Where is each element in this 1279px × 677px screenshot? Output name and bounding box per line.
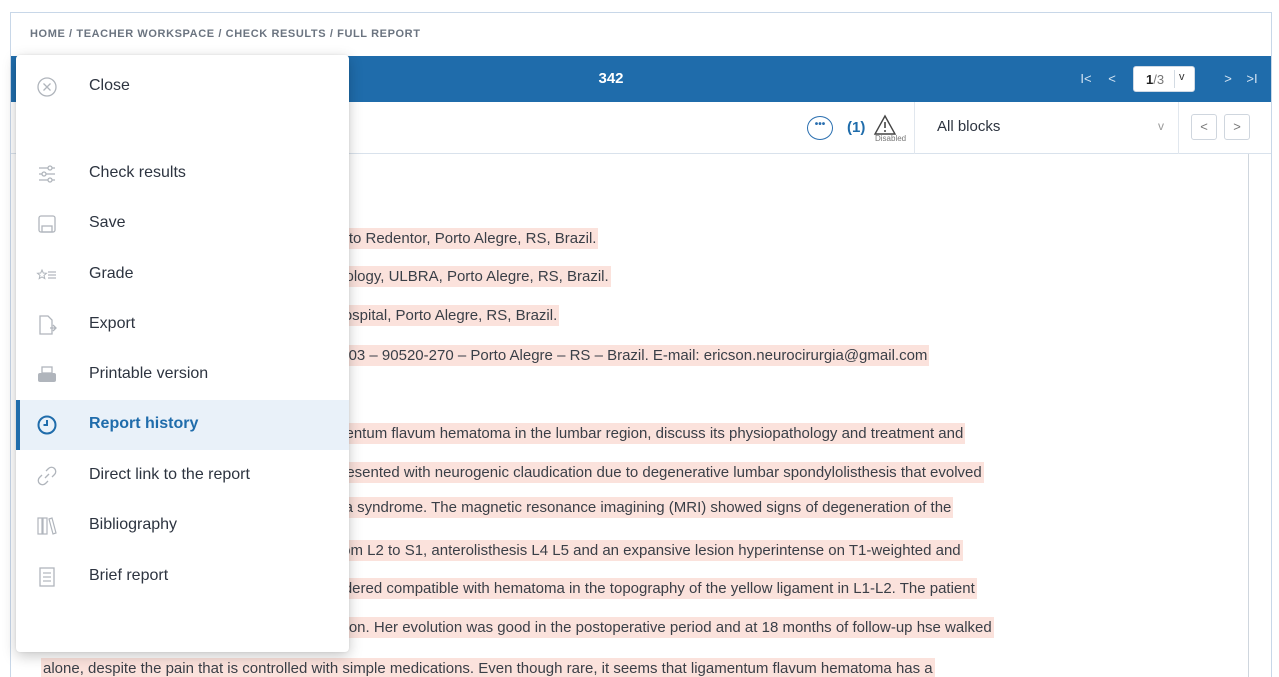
breadcrumb-text: HOME / TEACHER WORKSPACE / CHECK RESULTS… — [30, 28, 421, 40]
chevron-left-icon: < — [1200, 119, 1208, 134]
prev-block-button[interactable]: < — [1191, 114, 1217, 140]
report-menu: Close Check results Save Grade Export Pr… — [16, 55, 349, 652]
menu-item-label: Report history — [89, 415, 199, 432]
text-line: mentum flavum hematoma in the lumbar reg… — [331, 423, 966, 444]
breadcrumb: HOME / TEACHER WORKSPACE / CHECK RESULTS… — [30, 28, 421, 44]
first-page-icon: I< — [1080, 71, 1092, 86]
next-block-button[interactable]: > — [1224, 114, 1250, 140]
menu-item-brief-report[interactable]: Brief report — [16, 552, 349, 602]
text-line: sidered compatible with hematoma in the … — [331, 578, 977, 599]
menu-item-label: Brief report — [89, 567, 169, 584]
menu-item-save[interactable]: Save — [16, 199, 349, 249]
highlighted-text[interactable]: ina syndrome. The magnetic resonance ima… — [331, 497, 954, 518]
first-page-button[interactable]: I< — [1075, 68, 1097, 90]
text-line: alone, despite the pain that is controll… — [41, 658, 935, 677]
menu-item-label: Export — [89, 315, 136, 332]
highlighted-text[interactable]: atology, ULBRA, Porto Alegre, RS, Brazil… — [331, 266, 611, 287]
content-border — [1248, 154, 1249, 677]
menu-item-label: Grade — [89, 265, 134, 282]
clock-icon — [37, 415, 57, 435]
text-line: risto Redentor, Porto Alegre, RS, Brazil… — [331, 228, 599, 249]
chevron-right-icon: > — [1233, 119, 1241, 134]
text-line: Hospital, Porto Alegre, RS, Brazil. — [331, 305, 560, 326]
comment-count[interactable]: (1) — [847, 119, 865, 136]
menu-item-label: Close — [89, 77, 130, 94]
highlighted-text[interactable]: alone, despite the pain that is controll… — [41, 658, 935, 677]
menu-item-report-history[interactable]: Report history — [16, 400, 349, 450]
sliders-icon — [39, 165, 55, 183]
highlighted-text[interactable]: ation. Her evolution was good in the pos… — [331, 617, 994, 638]
highlighted-text[interactable]: 1103 – 90520-270 – Porto Alegre – RS – B… — [331, 345, 930, 366]
highlighted-text[interactable]: presented with neurogenic claudication d… — [331, 462, 984, 483]
printer-icon — [38, 366, 56, 382]
menu-item-label: Check results — [89, 164, 186, 181]
chevron-left-icon: < — [1108, 71, 1116, 86]
text-line: 1103 – 90520-270 – Porto Alegre – RS – B… — [331, 345, 930, 366]
menu-item-label: Printable version — [89, 365, 209, 382]
highlighted-text[interactable]: risto Redentor, Porto Alegre, RS, Brazil… — [331, 228, 599, 249]
text-line: presented with neurogenic claudication d… — [331, 462, 984, 483]
menu-item-label: Bibliography — [89, 516, 178, 533]
chevron-down-icon: v — [1158, 119, 1164, 133]
prev-page-button[interactable]: < — [1101, 68, 1123, 90]
menu-item-close[interactable]: Close — [16, 62, 349, 112]
last-page-icon: >I — [1246, 71, 1258, 86]
chevron-down-icon: v — [1179, 71, 1185, 83]
text-line: atology, ULBRA, Porto Alegre, RS, Brazil… — [331, 266, 611, 287]
link-icon — [37, 466, 57, 486]
toolbar-divider — [914, 102, 915, 154]
menu-item-label: Save — [89, 214, 126, 231]
page-total: /3 — [1153, 72, 1165, 87]
menu-item-grade[interactable]: Grade — [16, 250, 349, 300]
document-icon — [39, 567, 55, 587]
menu-item-bibliography[interactable]: Bibliography — [16, 501, 349, 551]
menu-item-export[interactable]: Export — [16, 300, 349, 350]
page-number: 1/3 — [1146, 72, 1164, 87]
last-page-button[interactable]: >I — [1241, 68, 1263, 90]
menu-item-label: Direct link to the report — [89, 466, 250, 483]
page-navigator: I< < 1/3 v > >I — [1071, 56, 1271, 102]
save-icon — [38, 215, 56, 233]
text-line: from L2 to S1, anterolisthesis L4 L5 and… — [331, 540, 963, 561]
highlighted-text[interactable]: mentum flavum hematoma in the lumbar reg… — [331, 423, 966, 444]
warning-icon[interactable] — [873, 114, 897, 136]
blocks-select-value: All blocks — [937, 118, 1001, 135]
export-file-icon — [39, 315, 57, 335]
next-page-button[interactable]: > — [1217, 68, 1239, 90]
text-line: ina syndrome. The magnetic resonance ima… — [331, 497, 954, 518]
page-divider — [1174, 70, 1175, 88]
star-list-icon — [36, 268, 56, 280]
menu-item-direct-link[interactable]: Direct link to the report — [16, 451, 349, 501]
menu-item-printable-version[interactable]: Printable version — [16, 350, 349, 400]
chevron-right-icon: > — [1224, 71, 1232, 86]
comment-dots: ••• — [814, 119, 826, 130]
page-select[interactable]: 1/3 v — [1133, 66, 1195, 92]
warning-label: Disabled — [875, 134, 907, 143]
comment-icon[interactable]: ••• — [807, 116, 833, 140]
close-circle-icon — [37, 77, 57, 97]
blocks-select[interactable]: All blocks v — [923, 102, 1179, 154]
books-icon — [37, 517, 57, 535]
menu-item-check-results[interactable]: Check results — [16, 149, 349, 199]
text-line: ation. Her evolution was good in the pos… — [331, 617, 994, 638]
highlighted-text[interactable]: from L2 to S1, anterolisthesis L4 L5 and… — [331, 540, 963, 561]
highlighted-text[interactable]: Hospital, Porto Alegre, RS, Brazil. — [331, 305, 560, 326]
highlighted-text[interactable]: sidered compatible with hematoma in the … — [331, 578, 977, 599]
